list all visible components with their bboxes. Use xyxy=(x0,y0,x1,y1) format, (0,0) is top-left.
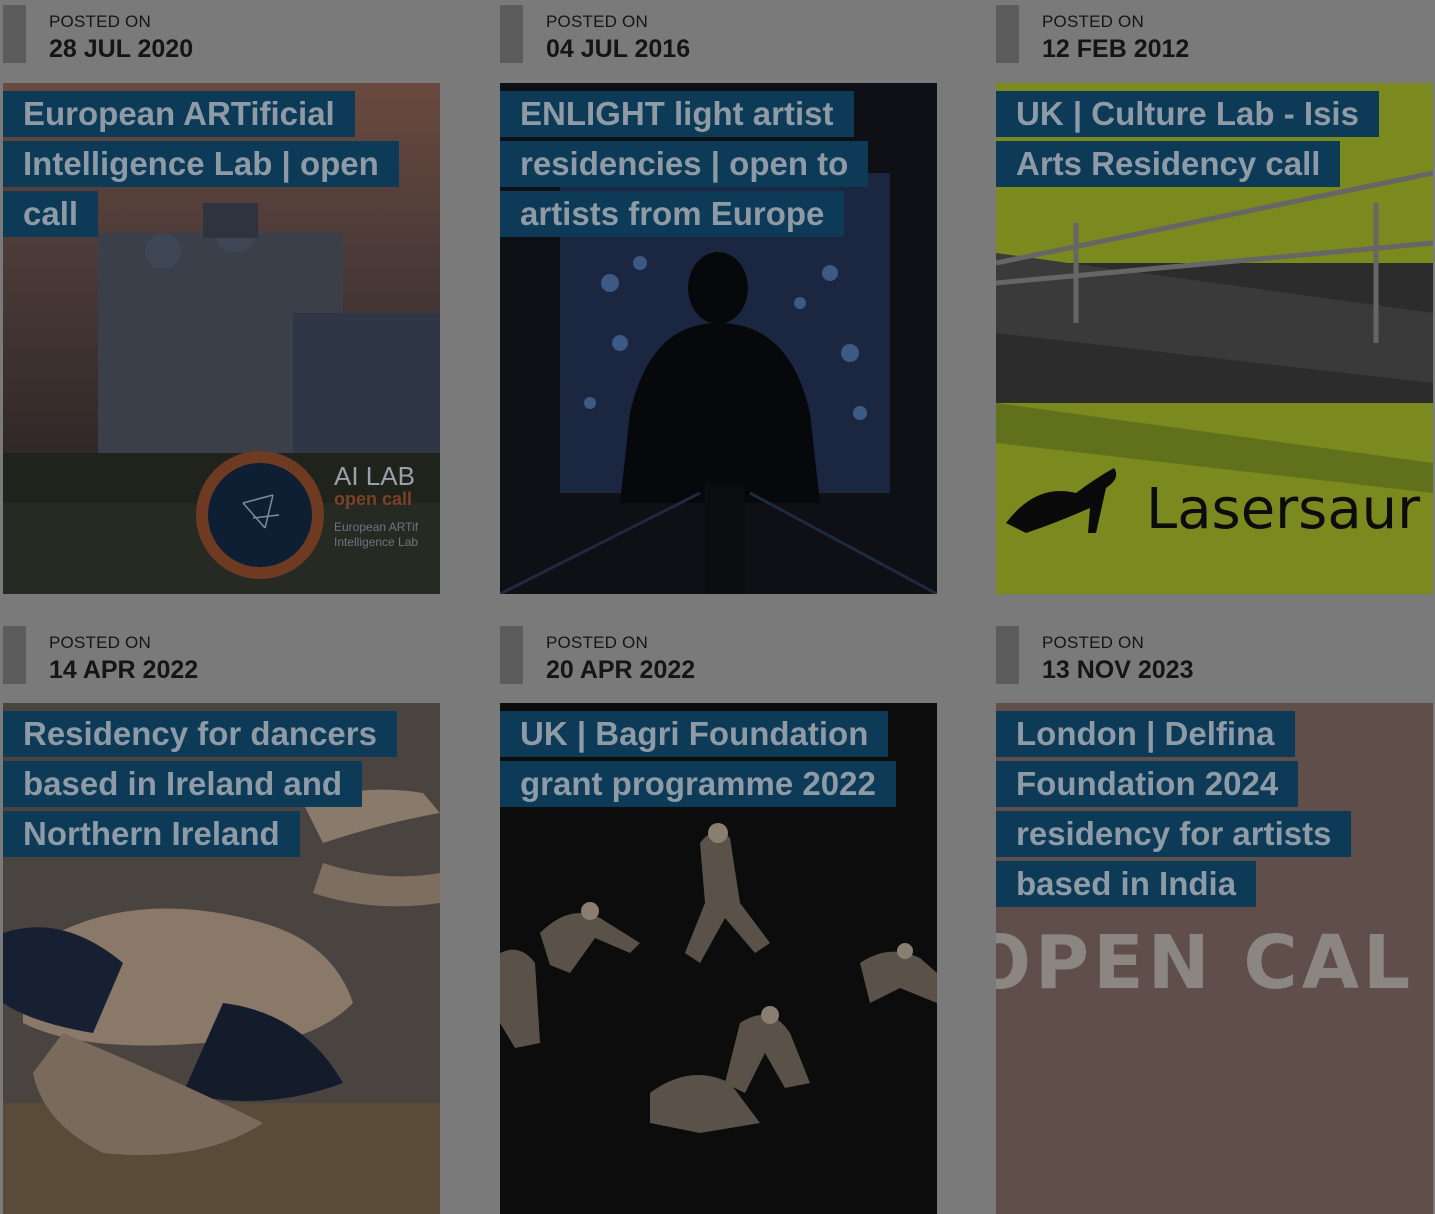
image-text: Lasersaur xyxy=(1146,477,1421,542)
date-accent-bar xyxy=(3,626,26,684)
post-title-link[interactable]: UK | Bagri Foundation grant programme 20… xyxy=(500,709,905,809)
post-card[interactable]: POSTED ON 13 NOV 2023 OPEN CAL London | … xyxy=(996,621,1433,1214)
date-accent-bar xyxy=(996,5,1019,63)
post-date-row: POSTED ON 28 JUL 2020 xyxy=(3,0,440,78)
posted-on-label: POSTED ON xyxy=(49,12,151,31)
post-card[interactable]: POSTED ON 14 APR 2022 Residency for danc… xyxy=(3,621,440,1214)
post-title[interactable]: European ARTificial Intelligence Lab | o… xyxy=(3,91,399,237)
post-date-row: POSTED ON 14 APR 2022 xyxy=(3,621,440,699)
post-date-row: POSTED ON 13 NOV 2023 xyxy=(996,621,1433,699)
post-thumbnail[interactable]: Residency for dancers based in Ireland a… xyxy=(3,703,440,1214)
image-text: European ARTif xyxy=(334,520,419,534)
posted-on-label: POSTED ON xyxy=(546,633,648,652)
post-date: 04 JUL 2016 xyxy=(546,35,691,63)
post-thumbnail[interactable]: OPEN CAL London | Delfina Foundation 202… xyxy=(996,703,1433,1214)
posted-on-label: POSTED ON xyxy=(1042,12,1144,31)
post-card[interactable]: POSTED ON 12 FEB 2012 Lasersaur UK | Cul… xyxy=(996,0,1433,594)
post-card[interactable]: POSTED ON 20 APR 2022 UK | Bagri Foundat… xyxy=(500,621,937,1214)
image-text: Intelligence Lab xyxy=(334,535,418,549)
post-thumbnail[interactable]: ENLIGHT light artist residencies | open … xyxy=(500,83,937,594)
post-title-link[interactable]: ENLIGHT light artist residencies | open … xyxy=(500,89,905,239)
post-thumbnail[interactable]: Lasersaur UK | Culture Lab - Isis Arts R… xyxy=(996,83,1433,594)
post-title[interactable]: Residency for dancers based in Ireland a… xyxy=(3,711,397,857)
ai-lab-logo-icon xyxy=(196,451,324,579)
post-title-link[interactable]: European ARTificial Intelligence Lab | o… xyxy=(3,89,408,239)
date-accent-bar xyxy=(996,626,1019,684)
posted-on-label: POSTED ON xyxy=(1042,633,1144,652)
post-title[interactable]: London | Delfina Foundation 2024 residen… xyxy=(996,711,1352,907)
post-card[interactable]: POSTED ON 04 JUL 2016 ENLIGHT light arti… xyxy=(500,0,937,594)
post-title-link[interactable]: UK | Culture Lab - Isis Arts Residency c… xyxy=(996,89,1401,189)
post-card[interactable]: POSTED ON 28 JUL 2020 AI LAB open call E… xyxy=(3,0,440,594)
post-date-row: POSTED ON 20 APR 2022 xyxy=(500,621,937,699)
image-text: open call xyxy=(334,489,412,509)
post-date: 12 FEB 2012 xyxy=(1042,35,1190,63)
date-accent-bar xyxy=(3,5,26,63)
post-title[interactable]: UK | Bagri Foundation grant programme 20… xyxy=(500,711,896,807)
posted-on-label: POSTED ON xyxy=(49,633,151,652)
post-title[interactable]: UK | Culture Lab - Isis Arts Residency c… xyxy=(996,91,1379,187)
post-date-row: POSTED ON 04 JUL 2016 xyxy=(500,0,937,78)
image-text: OPEN CAL xyxy=(996,920,1414,1006)
post-date: 14 APR 2022 xyxy=(49,656,199,684)
post-title-link[interactable]: London | Delfina Foundation 2024 residen… xyxy=(996,709,1401,909)
post-date: 20 APR 2022 xyxy=(546,656,696,684)
date-accent-bar xyxy=(500,626,523,684)
post-date-row: POSTED ON 12 FEB 2012 xyxy=(996,0,1433,78)
post-date: 28 JUL 2020 xyxy=(49,35,194,63)
post-title-link[interactable]: Residency for dancers based in Ireland a… xyxy=(3,709,408,859)
post-thumbnail[interactable]: AI LAB open call European ARTif Intellig… xyxy=(3,83,440,594)
image-text: AI LAB xyxy=(334,461,415,491)
date-accent-bar xyxy=(500,5,523,63)
post-date: 13 NOV 2023 xyxy=(1042,656,1194,684)
posted-on-label: POSTED ON xyxy=(546,12,648,31)
post-title[interactable]: ENLIGHT light artist residencies | open … xyxy=(500,91,869,237)
post-thumbnail[interactable]: UK | Bagri Foundation grant programme 20… xyxy=(500,703,937,1214)
